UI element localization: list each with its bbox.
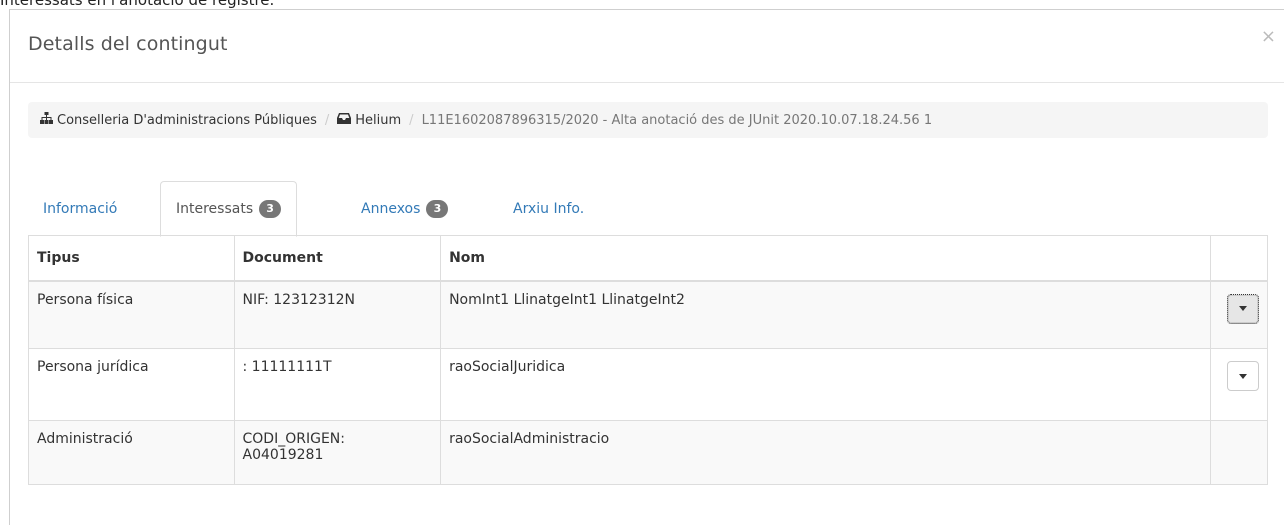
cell-tipus: Persona física bbox=[28, 280, 235, 349]
sitemap-icon bbox=[40, 112, 53, 128]
cell-document: NIF: 12312312N bbox=[233, 280, 442, 349]
breadcrumb-separator: / bbox=[409, 112, 414, 128]
inbox-icon bbox=[337, 112, 352, 128]
cell-nom: raoSocialJuridica bbox=[440, 348, 1211, 421]
count-badge: 3 bbox=[259, 200, 282, 218]
column-header-nom: Nom bbox=[440, 235, 1211, 282]
cell-document: CODI_ORIGEN: A04019281 bbox=[233, 420, 442, 485]
breadcrumb-separator: / bbox=[324, 112, 330, 128]
interessats-table: Tipus Document Nom Persona física NIF: 1… bbox=[28, 235, 1269, 485]
cell-tipus: Administració bbox=[28, 420, 235, 485]
breadcrumb-item-current: L11E1602087896315/2020 - Alta anotació d… bbox=[421, 112, 933, 128]
cell-nom: NomInt1 LlinatgeInt1 LlinatgeInt2 bbox=[440, 280, 1211, 349]
column-header-actions bbox=[1209, 235, 1269, 282]
table-row: Administració CODI_ORIGEN: A04019281 rao… bbox=[28, 420, 1269, 485]
cell-actions bbox=[1209, 280, 1269, 349]
content-details-modal: Detalls del contingut × Conselleria D'ad… bbox=[9, 9, 1284, 525]
page-caption: Interessats en l'anotació de registre. bbox=[0, 0, 275, 9]
column-header-document: Document bbox=[233, 235, 442, 282]
tab-interessats[interactable]: Interessats 3 bbox=[160, 181, 298, 237]
table-header-row: Tipus Document Nom bbox=[28, 235, 1269, 282]
tab-annexos[interactable]: Annexos 3 bbox=[346, 181, 463, 236]
tab-label: Interessats bbox=[176, 201, 254, 217]
tab-label: Annexos bbox=[361, 200, 421, 217]
row-actions-dropdown-button[interactable] bbox=[1226, 293, 1259, 324]
tab-arxiu-info[interactable]: Arxiu Info. bbox=[498, 181, 599, 236]
row-actions-dropdown-button[interactable] bbox=[1226, 361, 1259, 391]
tab-label: Informació bbox=[43, 200, 118, 217]
document-line: A04019281 bbox=[242, 447, 324, 463]
breadcrumb: Conselleria D'administracions Públiques … bbox=[28, 102, 1268, 138]
tab-label: Arxiu Info. bbox=[513, 200, 585, 217]
caret-down-icon bbox=[1238, 306, 1247, 311]
caret-down-icon bbox=[1238, 373, 1247, 379]
cell-actions bbox=[1209, 420, 1269, 485]
table-row: Persona jurídica : 11111111T raoSocialJu… bbox=[28, 348, 1269, 421]
tab-bar: Informació Interessats 3 Annexos 3 Arxiu… bbox=[28, 181, 1268, 237]
modal-title: Detalls del contingut bbox=[28, 33, 228, 55]
tab-informacio[interactable]: Informació bbox=[28, 181, 132, 236]
cell-nom: raoSocialAdministracio bbox=[440, 420, 1211, 485]
count-badge: 3 bbox=[426, 199, 449, 218]
modal-header: Detalls del contingut × bbox=[10, 10, 1284, 83]
breadcrumb-item-helium[interactable]: Helium bbox=[355, 113, 401, 128]
column-header-tipus: Tipus bbox=[28, 235, 235, 282]
table-row: Persona física NIF: 12312312N NomInt1 Ll… bbox=[28, 280, 1269, 349]
close-icon[interactable]: × bbox=[1261, 26, 1276, 47]
cell-tipus: Persona jurídica bbox=[28, 348, 235, 421]
cell-document: : 11111111T bbox=[233, 348, 442, 421]
breadcrumb-item-conselleria[interactable]: Conselleria D'administracions Públiques bbox=[57, 113, 317, 128]
cell-actions bbox=[1209, 348, 1269, 421]
document-line: CODI_ORIGEN: bbox=[242, 431, 345, 447]
